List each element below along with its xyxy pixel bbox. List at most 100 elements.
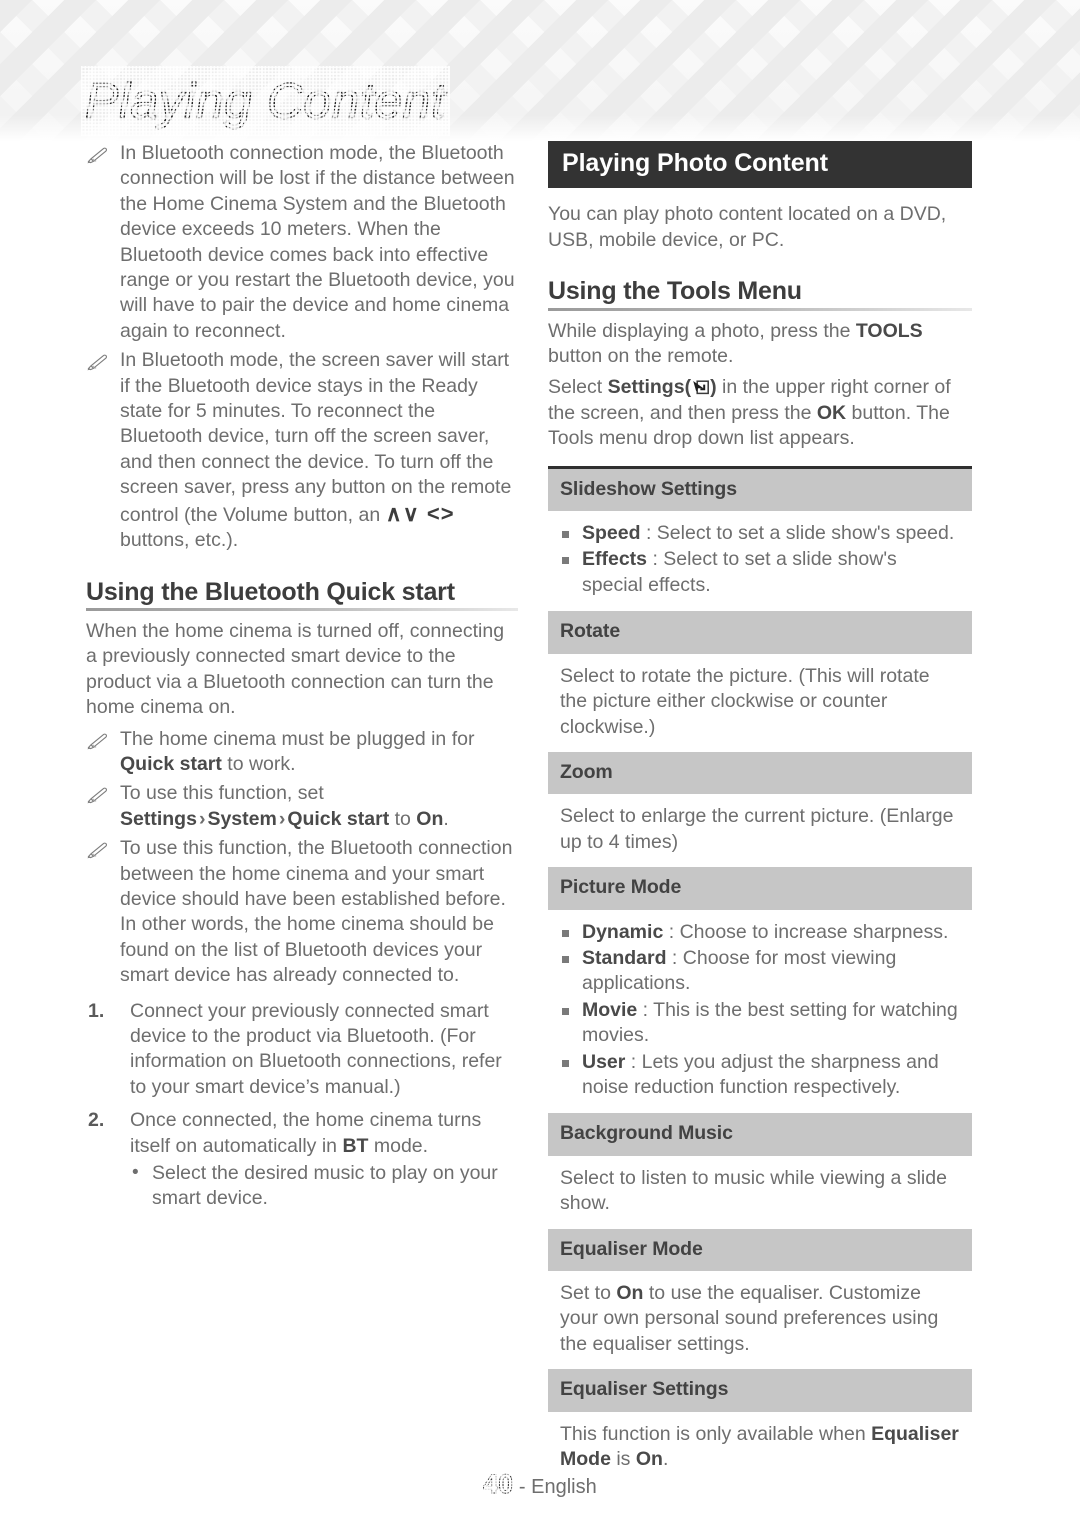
section-heading-using-tools-menu: Using the Tools Menu	[548, 278, 972, 312]
term-on: On	[635, 1448, 663, 1471]
note-text: The home cinema must be plugged in for Q…	[120, 727, 518, 778]
term-settings: Settings	[607, 376, 685, 399]
tools-paragraph-1: While displaying a photo, press the TOOL…	[548, 319, 972, 370]
desc-part-b: is	[610, 1448, 636, 1471]
table-row-body-slideshow-settings: Speed : Select to set a slide show's spe…	[548, 511, 972, 611]
note-text: In Bluetooth connection mode, the Blueto…	[120, 142, 515, 342]
page-footer: 40 - English	[0, 1468, 1080, 1500]
list-item: Standard : Choose for most viewing appli…	[560, 946, 960, 997]
quick-start-steps: 1. Connect your previously connected sma…	[86, 999, 518, 1212]
option-text: Select to set a slide show's speed.	[656, 522, 955, 545]
list-item: Select the desired music to play on your…	[130, 1160, 518, 1212]
note-text-part1: In Bluetooth mode, the screen saver will…	[120, 349, 512, 526]
settings-icon-wrapper: ()	[684, 376, 717, 399]
option-separator: :	[663, 920, 680, 943]
note-screen-saver: In Bluetooth mode, the screen saver will…	[86, 348, 518, 553]
dpad-chevrons-icon: ∧∨ <>	[385, 500, 455, 526]
tools-p2-part-a: Select	[548, 376, 608, 399]
table-row-header-background-music: Background Music	[548, 1113, 972, 1156]
description-text: Set to On to use the equaliser. Customiz…	[560, 1281, 960, 1357]
option-label: Standard	[582, 946, 667, 969]
step-text-part2: mode.	[368, 1134, 429, 1157]
note-text-part1: The home cinema must be plugged in for	[120, 727, 475, 750]
option-separator: :	[666, 946, 683, 969]
option-text: Choose to increase sharpness.	[679, 920, 949, 943]
manual-page: Playing Content In Bluetooth connection …	[0, 0, 1080, 1532]
option-separator: :	[637, 998, 654, 1021]
table-row-body-zoom: Select to enlarge the current picture. (…	[548, 794, 972, 867]
term-bt: BT	[342, 1134, 369, 1157]
left-column: In Bluetooth connection mode, the Blueto…	[86, 141, 518, 1220]
pencil-note-icon	[87, 733, 108, 749]
option-separator: :	[647, 548, 664, 571]
table-row-header-rotate: Rotate	[548, 611, 972, 654]
step-text: Once connected, the home cinema turns it…	[130, 1109, 481, 1156]
step-number: 2.	[88, 1109, 105, 1132]
step-substeps: Select the desired music to play on your…	[130, 1160, 518, 1212]
page-title-text: Playing Content	[81, 66, 450, 136]
note-connection-established: To use this function, the Bluetooth conn…	[86, 836, 518, 988]
pencil-note-icon	[87, 354, 108, 371]
step-text-part1: Once connected, the home cinema turns it…	[130, 1109, 482, 1157]
option-label: Effects	[582, 548, 648, 571]
option-list: Speed : Select to set a slide show's spe…	[560, 521, 960, 598]
tools-p1-part-b: button on the remote.	[548, 345, 734, 368]
page-header-band: Playing Content	[0, 0, 1080, 141]
term-settings: Settings	[120, 807, 197, 830]
description-text: This function is only available when Equ…	[560, 1422, 960, 1473]
tools-menu-table: Slideshow Settings Speed : Select to set…	[548, 465, 972, 1485]
table-row-header-zoom: Zoom	[548, 751, 972, 795]
term-on: On	[416, 807, 444, 830]
note-text-part3: .	[443, 807, 449, 830]
settings-window-icon	[693, 380, 710, 395]
option-separator: :	[640, 522, 657, 545]
section-intro-text: When the home cinema is turned off, conn…	[86, 619, 505, 719]
list-item: 1. Connect your previously connected sma…	[86, 999, 518, 1101]
note-text: To use this function, set Settings › Syste…	[120, 781, 518, 832]
list-item: 2. Once connected, the home cinema turns…	[86, 1108, 518, 1212]
description-text: Select to rotate the picture. (This will…	[560, 664, 930, 738]
pencil-note-icon	[87, 147, 108, 164]
list-item: Effects : Select to set a slide show's s…	[560, 547, 960, 598]
section-banner-playing-photo-content: Playing Photo Content	[548, 141, 972, 189]
list-item: Movie : This is the best setting for wat…	[560, 998, 960, 1049]
note-text: To use this function, the Bluetooth conn…	[120, 837, 513, 987]
page-title: Playing Content	[81, 66, 450, 136]
list-item: User : Lets you adjust the sharpness and…	[560, 1050, 960, 1101]
list-item: Dynamic : Choose to increase sharpness.	[560, 920, 960, 945]
path-separator-icon: ›	[278, 807, 286, 830]
right-column: Playing Photo Content You can play photo…	[548, 141, 972, 1484]
option-label: Dynamic	[582, 920, 664, 943]
term-on: On	[616, 1282, 644, 1304]
table-row-body-picture-mode: Dynamic : Choose to increase sharpness. …	[548, 910, 972, 1114]
option-separator: :	[625, 1050, 642, 1073]
tools-p1-part-a: While displaying a photo, press the	[548, 319, 856, 342]
step-number: 1.	[88, 999, 105, 1022]
option-label: Movie	[582, 998, 638, 1021]
note-text: In Bluetooth mode, the screen saver will…	[120, 348, 518, 553]
term-system: System	[207, 807, 277, 830]
desc-part-a: Set to	[560, 1282, 617, 1304]
table-row-header-slideshow-settings: Slideshow Settings	[548, 468, 972, 512]
option-label: Speed	[582, 522, 641, 545]
table-row-body-background-music: Select to listen to music while viewing …	[548, 1156, 972, 1229]
pencil-note-icon	[87, 787, 108, 804]
description-text: Select to enlarge the current picture. (…	[560, 805, 954, 853]
note-settings-path: To use this function, set Settings › Syste…	[86, 781, 518, 832]
note-text-part1: To use this function, set	[120, 782, 324, 805]
photo-intro-text: You can play photo content located on a …	[548, 203, 947, 251]
page-number: 40	[483, 1468, 514, 1499]
path-separator-icon: ›	[198, 807, 206, 830]
term-quick-start: Quick start	[287, 807, 390, 830]
tools-paragraph-2: Select Settings() in the upper right cor…	[548, 375, 972, 451]
note-bluetooth-range: In Bluetooth connection mode, the Blueto…	[86, 141, 518, 344]
pencil-note-icon	[87, 842, 108, 859]
note-text-part2: to work.	[221, 752, 296, 775]
footer-language: - English	[518, 1476, 597, 1498]
option-list: Dynamic : Choose to increase sharpness. …	[560, 920, 960, 1101]
table-row-header-equaliser-mode: Equaliser Mode	[548, 1228, 972, 1271]
table-row-header-picture-mode: Picture Mode	[548, 867, 972, 910]
note-text-part2: buttons, etc.).	[120, 529, 239, 552]
desc-part-c: .	[662, 1448, 669, 1471]
section-heading-bluetooth-quick-start: Using the Bluetooth Quick start	[86, 579, 518, 612]
